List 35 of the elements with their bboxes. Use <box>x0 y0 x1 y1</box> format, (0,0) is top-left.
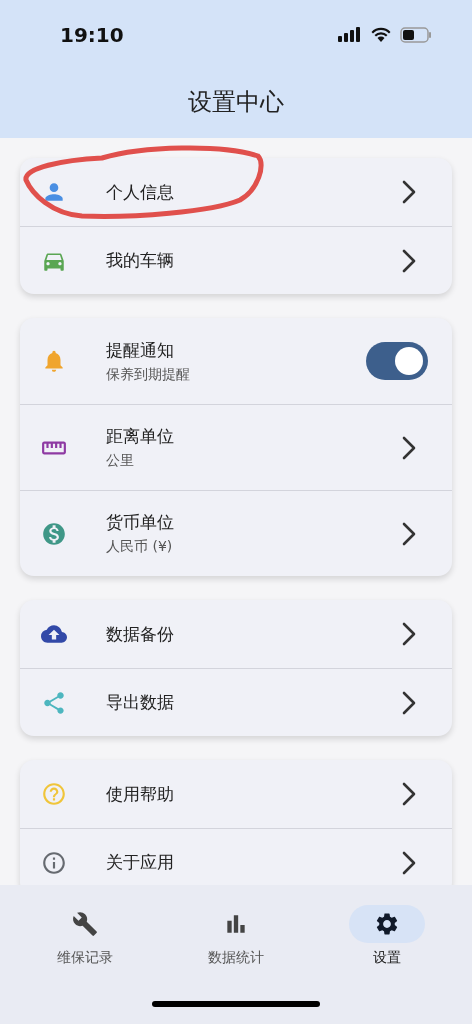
chevron-icon <box>402 248 416 273</box>
setting-title[interactable]: 我的车辆 <box>106 249 402 272</box>
dollar-icon <box>41 520 67 547</box>
battery-icon <box>400 27 432 43</box>
nav-tab-label[interactable]: 设置 <box>372 949 401 967</box>
chevron-icon <box>402 435 416 460</box>
nav-tab-label[interactable]: 数据统计 <box>208 949 264 967</box>
wrench-icon <box>72 911 99 937</box>
chevron-icon <box>402 690 416 715</box>
page-title: 设置中心 <box>188 87 284 118</box>
chevron-icon <box>402 782 416 806</box>
setting-title[interactable]: 数据备份 <box>106 622 402 646</box>
setting-subtitle: 公里 <box>106 452 135 470</box>
chevron-icon <box>402 850 416 875</box>
nav-tab-indicator[interactable] <box>348 905 425 943</box>
setting-title[interactable]: 提醒通知 <box>106 338 366 362</box>
setting-title[interactable]: 使用帮助 <box>106 782 402 806</box>
chevron-icon <box>402 180 416 204</box>
chevron-icon <box>402 622 416 646</box>
setting-title[interactable]: 导出数据 <box>106 691 402 714</box>
wifi-icon <box>370 27 392 43</box>
info-icon <box>41 849 67 876</box>
nav-tab-label[interactable]: 维保记录 <box>57 949 114 967</box>
setting-title[interactable]: 距离单位 <box>106 425 402 448</box>
setting-title[interactable]: 货币单位 <box>106 511 402 534</box>
setting-title[interactable]: 个人信息 <box>106 180 402 204</box>
toggle-switch[interactable] <box>366 342 428 380</box>
chevron-icon <box>402 521 416 546</box>
setting-subtitle: 人民币 (¥) <box>106 538 174 556</box>
share-icon <box>41 689 67 716</box>
signal-icon <box>338 27 362 43</box>
status-time: 19:10 <box>60 23 124 47</box>
help-icon <box>41 781 67 807</box>
setting-title[interactable]: 关于应用 <box>106 851 402 874</box>
setting-subtitle: 保养到期提醒 <box>106 365 191 384</box>
